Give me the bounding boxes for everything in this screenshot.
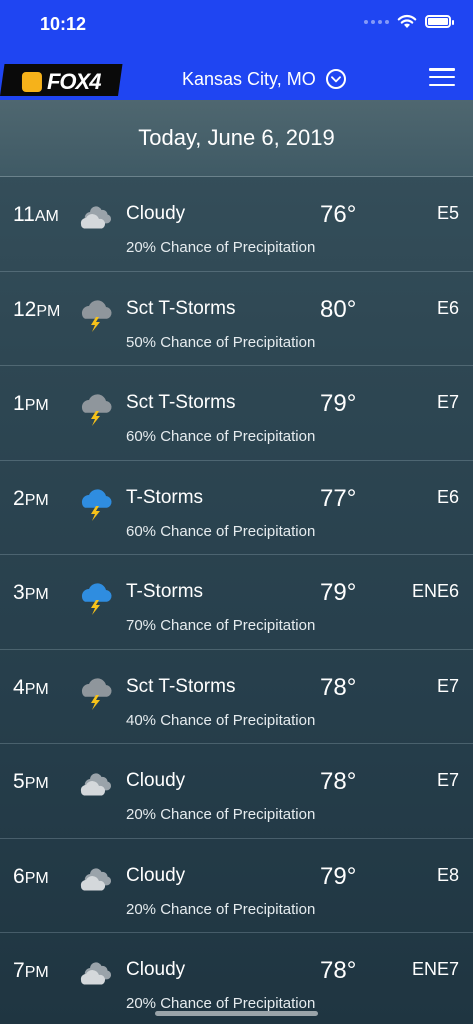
condition-label: Sct T-Storms xyxy=(126,297,236,319)
condition-label: Sct T-Storms xyxy=(126,675,236,697)
hour-number: 6 xyxy=(13,864,25,888)
hour-ampm: PM xyxy=(24,397,49,414)
hour-number: 3 xyxy=(13,581,25,604)
hour-label: 1PM xyxy=(13,392,49,416)
precipitation-chance: 50% Chance of Precipitation xyxy=(126,333,316,351)
app-header: 10:12 FOX4 Kansas City, MO xyxy=(0,0,473,100)
hamburger-menu-icon[interactable] xyxy=(429,68,455,86)
condition-label: Cloudy xyxy=(126,203,186,224)
temperature: 80° xyxy=(320,295,357,323)
precipitation-chance: 60% Chance of Precipitation xyxy=(126,428,316,445)
wind: ENE6 xyxy=(411,581,459,601)
hour-number: 5 xyxy=(13,770,25,793)
wind: E7 xyxy=(436,770,459,790)
hour-label: 4PM xyxy=(13,676,49,700)
status-time: 10:12 xyxy=(40,14,87,34)
temperature: 78° xyxy=(320,957,357,984)
status-icons xyxy=(364,14,454,29)
temperature: 77° xyxy=(320,484,357,512)
forecast-row[interactable]: 4PM Sct T-Storms 78° E7 40% Chance of Precip… xyxy=(0,650,473,744)
scattered-thunderstorm-icon xyxy=(76,292,116,332)
precipitation-chance: 20% Chance of Precipitation xyxy=(126,995,316,1012)
condition-label: Cloudy xyxy=(126,770,186,791)
hour-label: 12PM xyxy=(13,298,60,322)
hourly-forecast-list: 11AM Cloudy 76° E5 20% Chance of Precipitati… xyxy=(0,177,473,1024)
precipitation-chance: 60% Chance of Precipitation xyxy=(126,522,316,540)
hour-ampm: PM xyxy=(24,680,49,698)
hour-ampm: PM xyxy=(36,302,61,320)
temperature: 79° xyxy=(320,579,357,606)
hour-label: 5PM xyxy=(13,770,49,794)
scattered-thunderstorm-icon xyxy=(76,386,116,426)
temperature: 76° xyxy=(320,201,357,228)
condition-label: T-Storms xyxy=(126,486,204,508)
scattered-thunderstorm-icon xyxy=(76,670,116,710)
battery-icon xyxy=(425,15,454,28)
precipitation-chance: 40% Chance of Precipitation xyxy=(126,711,316,729)
wind: E7 xyxy=(436,675,459,696)
cloudy-icon xyxy=(76,859,116,895)
hour-number: 2 xyxy=(13,486,25,510)
wind: E5 xyxy=(436,203,459,223)
date-title: Today, June 6, 2019 xyxy=(0,100,473,177)
hour-label: 7PM xyxy=(13,959,49,983)
home-indicator[interactable] xyxy=(155,1011,318,1016)
cloudy-icon xyxy=(76,953,116,989)
location-selector[interactable]: Kansas City, MO xyxy=(182,67,346,91)
hour-ampm: AM xyxy=(34,208,59,225)
hour-number: 1 xyxy=(13,392,25,415)
forecast-row[interactable]: 1PM Sct T-Storms 79° E7 60% Chance of Precip… xyxy=(0,366,473,461)
wind: E7 xyxy=(436,392,459,412)
forecast-row[interactable]: 2PM T-Storms 77° E6 60% Chance of Precipitat… xyxy=(0,461,473,555)
forecast-row[interactable]: 12PM Sct T-Storms 80° E6 50% Chance of Preci… xyxy=(0,272,473,366)
wind: E8 xyxy=(436,864,459,885)
fox4-logo[interactable]: FOX4 xyxy=(0,64,123,96)
condition-label: T-Storms xyxy=(126,581,204,602)
hour-ampm: PM xyxy=(24,964,49,981)
cellular-signal-icon xyxy=(364,19,389,24)
precipitation-chance: 20% Chance of Precipitation xyxy=(126,239,316,256)
hour-ampm: PM xyxy=(24,869,49,887)
logo-square-icon xyxy=(21,72,42,92)
location-label: Kansas City, MO xyxy=(182,68,316,89)
logo-text: FOX4 xyxy=(46,69,101,94)
thunderstorm-icon xyxy=(76,481,116,521)
forecast-row[interactable]: 11AM Cloudy 76° E5 20% Chance of Precipitati… xyxy=(0,177,473,272)
condition-label: Cloudy xyxy=(126,864,186,886)
hour-label: 6PM xyxy=(13,865,49,889)
hour-ampm: PM xyxy=(24,586,49,603)
forecast-row[interactable]: 6PM Cloudy 79° E8 20% Chance of Precipitatio… xyxy=(0,839,473,933)
temperature: 79° xyxy=(320,862,357,890)
temperature: 79° xyxy=(320,390,357,417)
thunderstorm-icon xyxy=(76,575,116,615)
condition-label: Sct T-Storms xyxy=(126,392,236,413)
wind: E6 xyxy=(436,297,459,318)
hour-label: 2PM xyxy=(13,487,49,511)
wifi-icon xyxy=(397,14,417,28)
hour-number: 12 xyxy=(13,297,37,321)
forecast-row[interactable]: 5PM Cloudy 78° E7 20% Chance of Precipitatio… xyxy=(0,744,473,839)
chevron-down-icon[interactable] xyxy=(325,69,346,89)
cloudy-icon xyxy=(76,197,116,233)
precipitation-chance: 70% Chance of Precipitation xyxy=(126,617,316,634)
hour-number: 11 xyxy=(13,203,35,226)
hour-label: 11AM xyxy=(13,203,59,227)
hour-label: 3PM xyxy=(13,581,49,605)
precipitation-chance: 20% Chance of Precipitation xyxy=(126,900,316,918)
temperature: 78° xyxy=(320,768,357,795)
hour-ampm: PM xyxy=(24,491,49,509)
cloudy-icon xyxy=(76,764,116,800)
wind: ENE7 xyxy=(411,959,459,979)
hour-number: 4 xyxy=(13,675,25,699)
precipitation-chance: 20% Chance of Precipitation xyxy=(126,806,316,823)
wind: E6 xyxy=(436,486,459,507)
forecast-row[interactable]: 3PM T-Storms 79° ENE6 70% Chance of Precipit… xyxy=(0,555,473,650)
temperature: 78° xyxy=(320,673,357,701)
hour-ampm: PM xyxy=(24,775,49,792)
hour-number: 7 xyxy=(13,959,25,982)
condition-label: Cloudy xyxy=(126,959,186,980)
